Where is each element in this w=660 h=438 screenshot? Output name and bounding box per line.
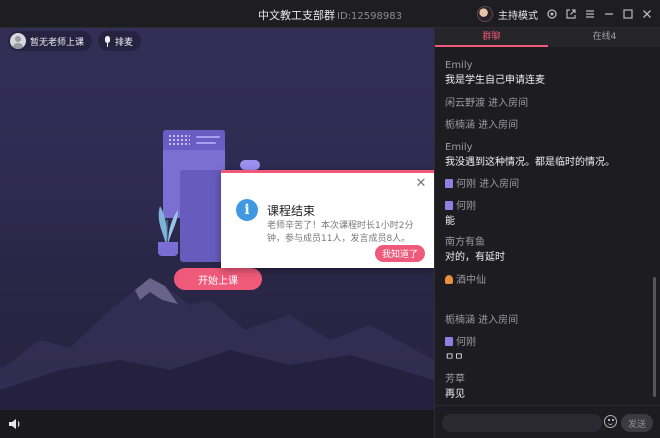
member-badge-icon — [445, 337, 453, 346]
plant-icon — [158, 206, 178, 244]
tab-online[interactable]: 在线4 — [548, 28, 660, 47]
system-notice: 何刚 进入房间 — [445, 178, 519, 191]
message-text: 我没遇到这种情况。都是临时的情况。 — [445, 157, 615, 168]
chat-message: 南方有鱼 对的，有延时 — [445, 236, 505, 265]
maximize-icon[interactable] — [621, 7, 635, 21]
volume-icon[interactable] — [8, 418, 22, 430]
stage-bottom-bar — [0, 410, 434, 438]
queue-mic-label: 排麦 — [115, 37, 134, 48]
sender-name: 何刚 — [445, 336, 476, 349]
sender-name: 南方有鱼 — [445, 237, 485, 248]
chat-message: 何刚 能 — [445, 200, 476, 229]
queue-mic-button[interactable]: 排麦 — [98, 31, 142, 51]
chat-message: 芳草 再见 — [445, 373, 465, 402]
stage-top-bar: 暂无老师上课 排麦 — [8, 31, 142, 51]
message-text: 能 — [445, 216, 455, 227]
minimize-icon[interactable] — [602, 7, 616, 21]
emoji-icon[interactable] — [604, 415, 617, 428]
system-notice-text: 何刚 进入房间 — [456, 179, 520, 190]
chat-list: Emily 我是学生自己申请连麦 闲云野渡 进入房间 栀楠涵 进入房间 Emil… — [435, 47, 657, 405]
tab-group-chat[interactable]: 群聊 — [435, 28, 548, 47]
microphone-icon — [104, 35, 111, 47]
plant-pot — [158, 242, 178, 256]
menu-icon[interactable] — [583, 7, 597, 21]
dialog-close-icon[interactable]: ✕ — [415, 177, 427, 190]
sender-name: 何刚 — [445, 200, 476, 213]
illustration-dots — [168, 134, 190, 146]
send-button[interactable]: 发送 — [621, 414, 653, 432]
app-window: 中文教工支部群 ID:12598983 主持模式 暂无老师上课 排麦 开始上课 … — [0, 0, 660, 438]
message-text: ㅁㅁ — [445, 352, 464, 363]
illustration-line — [196, 142, 216, 144]
teacher-status-label: 暂无老师上课 — [30, 37, 85, 48]
illustration-tag — [240, 160, 260, 170]
sender-name: 酒中仙 — [445, 274, 486, 287]
title-controls: 主持模式 — [477, 5, 654, 23]
message-text: 再见 — [445, 389, 465, 400]
chat-message: Emily 我是学生自己申请连麦 — [445, 59, 545, 88]
sender-name-text: 酒中仙 — [456, 275, 486, 286]
host-avatar[interactable] — [477, 6, 493, 22]
settings-icon[interactable] — [545, 7, 559, 21]
group-name: 中文教工支部群 — [258, 9, 336, 22]
sender-name: Emily — [445, 142, 473, 153]
message-text: 对的，有延时 — [445, 252, 505, 263]
chat-input[interactable] — [442, 414, 602, 432]
sender-name-text: 何刚 — [456, 337, 476, 348]
system-notice: 闲云野渡 进入房间 — [445, 98, 529, 109]
chat-scrollbar[interactable] — [653, 277, 656, 397]
chat-message: 何刚 ㅁㅁ — [445, 336, 476, 365]
side-tabs: 群聊 在线4 — [435, 28, 660, 47]
course-ended-dialog: ✕ i 课程结束 老师辛苦了！本次课程时长1小时2分钟，参与成员11人，发言成员… — [221, 170, 435, 268]
illustration-line — [196, 136, 220, 138]
start-class-button[interactable]: 开始上课 — [174, 268, 262, 290]
sender-name-text: 何刚 — [456, 201, 476, 212]
sender-name: Emily — [445, 60, 473, 71]
dialog-message: 老师辛苦了！本次课程时长1小时2分钟，参与成员11人，发言成员8人。 — [267, 221, 414, 244]
host-mode-label[interactable]: 主持模式 — [498, 7, 538, 22]
info-icon: i — [236, 199, 258, 221]
chat-input-bar: 发送 — [435, 405, 660, 438]
system-notice: 栀楠涵 进入房间 — [445, 120, 519, 131]
teacher-status[interactable]: 暂无老师上课 — [8, 31, 93, 51]
side-panel: 群聊 在线4 Emily 我是学生自己申请连麦 闲云野渡 进入房间 栀楠涵 进入… — [434, 28, 660, 438]
system-notice: 栀楠涵 进入房间 — [445, 315, 519, 326]
message-text: 我是学生自己申请连麦 — [445, 75, 545, 86]
title-bar: 中文教工支部群 ID:12598983 主持模式 — [0, 0, 660, 28]
default-avatar-icon — [10, 33, 26, 49]
dialog-ok-button[interactable]: 我知道了 — [375, 245, 425, 262]
crown-badge-icon — [445, 275, 453, 284]
room-id: ID:12598983 — [337, 11, 402, 22]
member-badge-icon — [445, 179, 453, 188]
chat-message: Emily 我没遇到这种情况。都是临时的情况。 — [445, 141, 615, 170]
popout-icon[interactable] — [564, 7, 578, 21]
sender-name: 芳草 — [445, 374, 465, 385]
dialog-title: 课程结束 — [267, 204, 316, 218]
close-icon[interactable] — [640, 7, 654, 21]
member-badge-icon — [445, 201, 453, 210]
chat-message: 酒中仙 — [445, 274, 486, 289]
